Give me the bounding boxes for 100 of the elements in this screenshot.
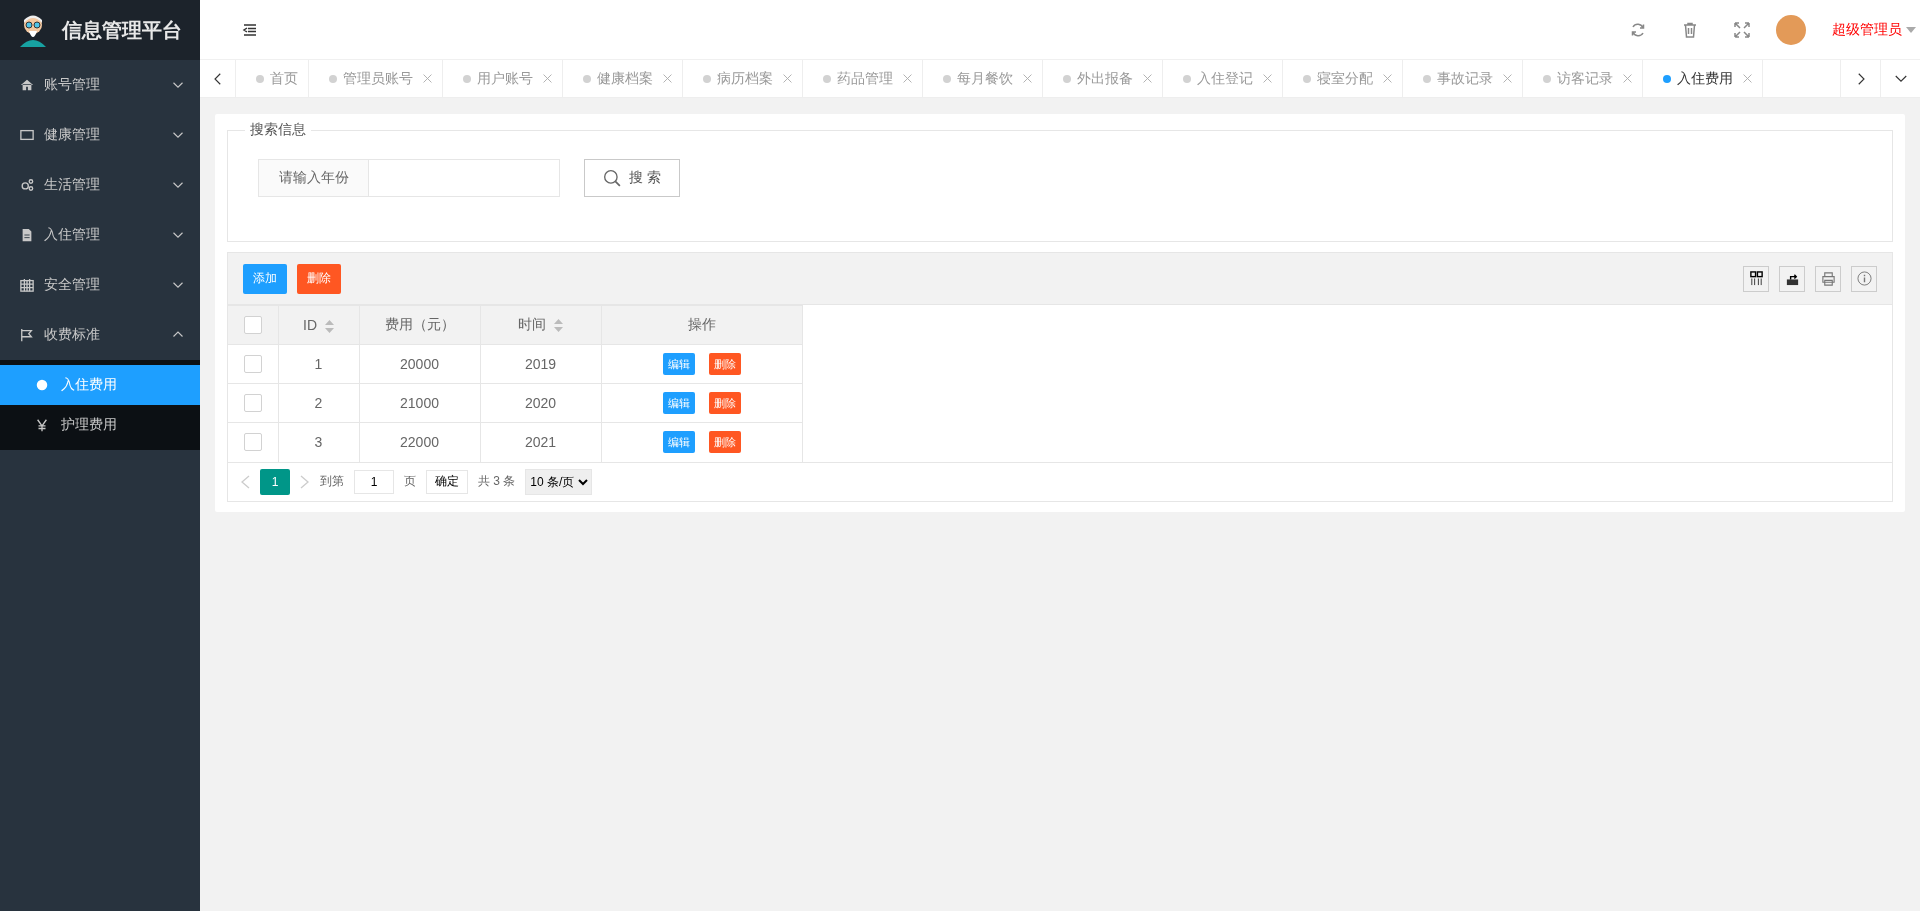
delete-button[interactable]: 删除 <box>708 353 741 375</box>
close-icon[interactable] <box>1023 74 1032 83</box>
edit-button[interactable]: 编辑 <box>662 392 695 414</box>
status-dot <box>943 74 951 83</box>
close-icon[interactable] <box>1383 74 1392 83</box>
yen-icon <box>35 418 49 432</box>
fullscreen-icon[interactable] <box>1734 21 1750 38</box>
year-input-field[interactable]: 请输入年份 <box>258 159 560 197</box>
refresh-icon[interactable] <box>1630 21 1646 38</box>
sidebar-menu-item[interactable]: 健康管理 <box>0 110 200 160</box>
avatar[interactable] <box>1776 14 1806 45</box>
flag-icon <box>20 328 34 342</box>
calendar-icon <box>20 278 34 292</box>
close-icon[interactable] <box>1623 74 1632 83</box>
page-size-select[interactable]: 10 条/页 <box>525 468 593 495</box>
user-name[interactable]: 超级管理员 <box>1832 20 1902 39</box>
table-cell: 1 <box>278 344 359 384</box>
window-icon <box>20 128 34 142</box>
close-icon[interactable] <box>903 74 912 83</box>
sidebar-menu-item[interactable]: 收费标准 <box>0 310 200 360</box>
caret-down-icon[interactable] <box>1906 26 1916 33</box>
status-dot <box>823 74 831 83</box>
confirm-button[interactable]: 确定 <box>426 469 468 494</box>
page-label: 页 <box>404 473 416 490</box>
status-dot <box>329 74 337 83</box>
page-number[interactable]: 1 <box>260 468 290 495</box>
sidebar-submenu-item[interactable]: 护理费用 <box>0 405 200 445</box>
columns-icon <box>1748 271 1764 286</box>
sidebar-menu-item[interactable]: 账号管理 <box>0 60 200 110</box>
add-button[interactable]: 添加 <box>243 263 287 294</box>
status-dot <box>1663 74 1671 83</box>
status-dot <box>256 74 264 83</box>
sidebar-submenu-item[interactable]: 入住费用 <box>0 365 200 405</box>
table-cell: 20000 <box>359 344 480 384</box>
total-count: 共 3 条 <box>478 473 516 490</box>
info-button[interactable] <box>1851 265 1877 292</box>
info-icon <box>1856 271 1872 286</box>
printer-icon <box>1820 271 1836 286</box>
close-icon[interactable] <box>543 74 552 83</box>
menu-icon[interactable] <box>242 21 258 38</box>
page-tab[interactable]: 首页 <box>236 60 309 97</box>
column-header[interactable]: ID <box>278 305 359 345</box>
status-dot <box>1423 74 1431 83</box>
page-tab[interactable]: 访客记录 <box>1523 60 1643 97</box>
trash-icon[interactable] <box>1682 21 1698 38</box>
status-dot <box>1543 74 1551 83</box>
column-header[interactable]: 时间 <box>480 305 601 345</box>
page-tab[interactable]: 药品管理 <box>803 60 923 97</box>
status-dot <box>1063 74 1071 83</box>
columns-button[interactable] <box>1743 265 1769 292</box>
page-tab[interactable]: 寝室分配 <box>1283 60 1403 97</box>
row-checkbox[interactable] <box>243 433 262 452</box>
page-tab[interactable]: 用户账号 <box>443 60 563 97</box>
select-all-checkbox[interactable] <box>243 316 262 335</box>
page-tab[interactable]: 事故记录 <box>1403 60 1523 97</box>
status-dot <box>463 74 471 83</box>
page-tab[interactable]: 健康档案 <box>563 60 683 97</box>
goto-label: 到第 <box>320 473 344 490</box>
search-button[interactable]: 搜 索 <box>584 159 680 197</box>
field-label: 请输入年份 <box>259 160 369 196</box>
status-dot <box>1183 74 1191 83</box>
table-cell: 21000 <box>359 383 480 423</box>
sort-icon[interactable] <box>325 319 334 333</box>
close-icon[interactable] <box>1743 74 1752 83</box>
column-header: 操作 <box>601 305 802 345</box>
export-button[interactable] <box>1779 265 1805 292</box>
page-tab[interactable]: 管理员账号 <box>309 60 443 97</box>
page-tab[interactable]: 入住登记 <box>1163 60 1283 97</box>
home-icon <box>20 78 34 92</box>
delete-button[interactable]: 删除 <box>708 392 741 414</box>
row-checkbox[interactable] <box>243 394 262 413</box>
sidebar-menu-item[interactable]: 安全管理 <box>0 260 200 310</box>
delete-button[interactable]: 删除 <box>297 263 341 294</box>
edit-button[interactable]: 编辑 <box>662 353 695 375</box>
page-tab[interactable]: 病历档案 <box>683 60 803 97</box>
close-icon[interactable] <box>1503 74 1512 83</box>
page-tab[interactable]: 每月餐饮 <box>923 60 1043 97</box>
column-header: 费用（元） <box>359 305 480 345</box>
page-tab[interactable]: 外出报备 <box>1043 60 1163 97</box>
delete-button[interactable]: 删除 <box>708 431 741 454</box>
close-icon[interactable] <box>1143 74 1152 83</box>
sidebar-menu-item[interactable]: 生活管理 <box>0 160 200 210</box>
page-input-field[interactable]: 1 <box>354 469 394 494</box>
sort-icon[interactable] <box>554 318 563 332</box>
section-legend: 搜索信息 <box>245 121 311 139</box>
close-icon[interactable] <box>783 74 792 83</box>
close-icon[interactable] <box>423 74 432 83</box>
edit-button[interactable]: 编辑 <box>662 431 695 454</box>
page-tab[interactable]: 入住费用 <box>1643 60 1763 97</box>
status-dot <box>583 74 591 83</box>
row-checkbox[interactable] <box>243 355 262 374</box>
gears-icon <box>20 178 34 192</box>
circle-icon <box>35 378 49 392</box>
person-avatar-icon <box>18 13 48 47</box>
status-dot <box>703 74 711 83</box>
app-title: 信息管理平台 <box>62 17 182 43</box>
close-icon[interactable] <box>663 74 672 83</box>
print-button[interactable] <box>1815 265 1841 292</box>
sidebar-menu-item[interactable]: 入住管理 <box>0 210 200 260</box>
close-icon[interactable] <box>1263 74 1272 83</box>
